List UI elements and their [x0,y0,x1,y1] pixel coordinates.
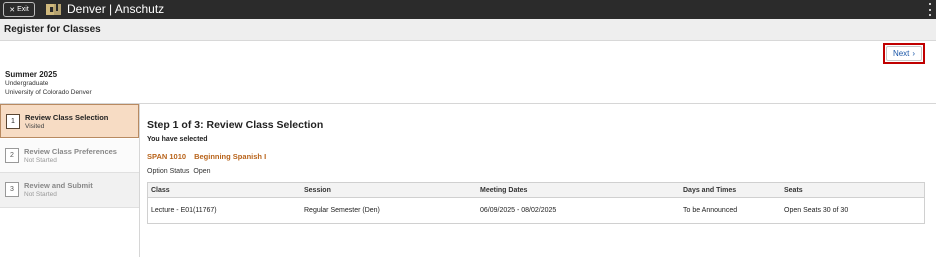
next-label: Next [892,49,910,58]
term-info: Summer 2025 Undergraduate University of … [5,70,92,97]
step-title: Review Class Selection [25,113,109,122]
chevron-right-icon: › [912,49,916,58]
step-number: 1 [6,114,20,129]
step-review-class-selection[interactable]: 1 Review Class Selection Visited [0,104,139,138]
step-status: Visited [25,123,45,130]
step-sidebar: 1 Review Class Selection Visited 2 Revie… [0,104,140,257]
class-table: Class Session Meeting Dates Days and Tim… [147,182,925,224]
step-review-class-preferences[interactable]: 2 Review Class Preferences Not Started [0,139,139,173]
exit-button[interactable]: ✕ Exit [3,2,35,17]
option-status: Option Status Open [147,168,211,175]
top-bar: ✕ Exit Denver | Anschutz [0,0,936,19]
brand-name: Denver | Anschutz [67,2,165,16]
next-button[interactable]: Next › [886,46,922,61]
step-status: Not Started [24,191,57,198]
step-number: 3 [5,182,19,197]
column-header-seats: Seats [784,187,803,194]
meeting-dates-cell: 06/09/2025 - 08/02/2025 [480,207,557,214]
class-section-link[interactable]: Lecture - E01(11767) [151,207,217,214]
step-number: 2 [5,148,19,163]
more-vertical-icon[interactable] [928,3,932,16]
column-header-session: Session [304,187,331,194]
step-title: Review and Submit [24,181,93,190]
course-code: SPAN 1010 [147,152,187,161]
title-bar: Register for Classes [0,19,936,41]
days-times-cell: To be Announced [683,207,738,214]
column-header-class: Class [151,187,170,194]
course-title: Beginning Spanish I [194,152,267,161]
term-career: Undergraduate [5,80,49,87]
term-institution: University of Colorado Denver [5,89,92,96]
option-status-label: Option Status [147,168,190,175]
step-status: Not Started [24,157,57,164]
seats-cell: Open Seats 30 of 30 [784,207,849,214]
you-selected-label: You have selected [147,136,208,143]
column-header-days-times: Days and Times [683,187,737,194]
term-name: Summer 2025 [5,70,58,79]
column-header-meeting-dates: Meeting Dates [480,187,528,194]
cu-logo [46,4,61,15]
page-title: Register for Classes [4,24,101,35]
step-title: Review Class Preferences [24,147,117,156]
option-status-value: Open [193,168,211,175]
table-row: Lecture - E01(11767) Regular Semester (D… [148,198,924,223]
table-header-row: Class Session Meeting Dates Days and Tim… [148,183,924,198]
close-icon: ✕ [9,6,16,14]
step-heading: Step 1 of 3: Review Class Selection [147,119,324,131]
content-divider [0,103,936,104]
exit-label: Exit [17,6,29,13]
session-cell: Regular Semester (Den) [304,207,380,214]
next-button-highlight: Next › [883,43,925,64]
course-info: SPAN 1010 Beginning Spanish I [147,152,266,161]
step-review-and-submit[interactable]: 3 Review and Submit Not Started [0,173,139,208]
